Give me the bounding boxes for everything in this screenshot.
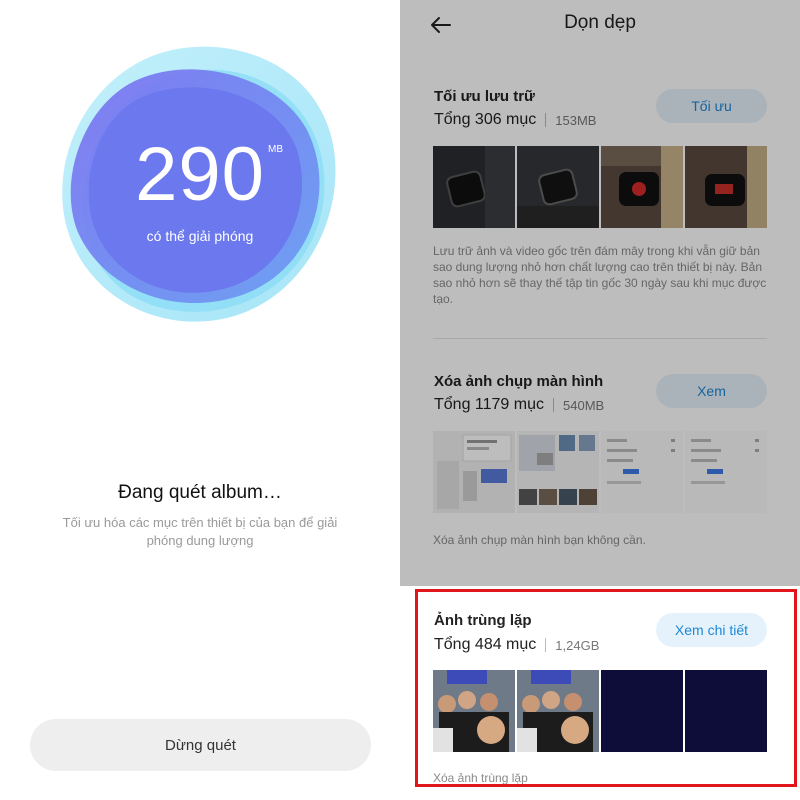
- stop-scan-button[interactable]: Dừng quét: [30, 719, 371, 771]
- section-optimize-title: Tối ưu lưu trữ: [434, 88, 535, 105]
- freeable-size-caption: có thể giải phóng: [146, 228, 254, 244]
- view-duplicates-details-button[interactable]: Xem chi tiết: [656, 613, 767, 647]
- item-count: Tổng 484 mục: [434, 636, 537, 653]
- cleanup-screen: Dọn dẹp Tối ưu lưu trữ Tổng 306 mục 153M…: [400, 0, 800, 800]
- item-count: Tổng 1179 mục: [434, 396, 544, 413]
- section-duplicates-title: Ảnh trùng lặp: [434, 612, 532, 629]
- item-size: 153MB: [555, 112, 597, 128]
- group-photo-icon[interactable]: [433, 670, 515, 752]
- scan-status-title: Đang quét album…: [118, 482, 282, 503]
- smartwatch-wrist-photo-icon[interactable]: [685, 146, 767, 228]
- separator: [545, 113, 547, 127]
- screenshot-settings-icon[interactable]: [601, 431, 683, 513]
- section-screenshots-title: Xóa ảnh chụp màn hình: [434, 373, 604, 390]
- section-optimize-count: Tổng 306 mục 153MB: [434, 111, 596, 129]
- view-screenshots-button[interactable]: Xem: [656, 374, 767, 408]
- section-optimize-description: Lưu trữ ảnh và video gốc trên đám mây tr…: [433, 244, 767, 306]
- separator: [545, 638, 547, 652]
- freeable-size-value: 290: [135, 132, 265, 217]
- freeable-size-unit: MB: [268, 144, 283, 155]
- page-title: Dọn dẹp: [564, 12, 636, 33]
- screenshot-settings-icon[interactable]: [685, 431, 767, 513]
- scan-status-description: Tối ưu hóa các mục trên thiết bị của bạn…: [62, 515, 338, 548]
- smartwatch-photo-icon[interactable]: [517, 146, 599, 228]
- smartwatch-wrist-photo-icon[interactable]: [601, 146, 683, 228]
- screenshot-gallery-icon[interactable]: [517, 431, 599, 513]
- optimize-button[interactable]: Tối ưu: [656, 89, 767, 123]
- group-photo-icon[interactable]: [517, 670, 599, 752]
- smartwatch-photo-icon[interactable]: [433, 146, 515, 228]
- section-duplicates-count: Tổng 484 mục 1,24GB: [434, 636, 599, 654]
- section-screenshots-description: Xóa ảnh chụp màn hình bạn không cần.: [433, 533, 646, 547]
- dark-photo-icon[interactable]: [601, 670, 683, 752]
- item-size: 540MB: [563, 397, 605, 413]
- screenshot-thumbnails: [433, 431, 767, 513]
- item-count: Tổng 306 mục: [434, 111, 537, 128]
- duplicate-thumbnails: [433, 670, 767, 752]
- section-screenshots-count: Tổng 1179 mục 540MB: [434, 396, 604, 414]
- screenshot-dialog-icon[interactable]: [433, 431, 515, 513]
- optimize-thumbnails: [433, 146, 767, 228]
- scan-screen: 290 MB có thể giải phóng Đang quét album…: [0, 0, 400, 800]
- item-size: 1,24GB: [555, 637, 600, 653]
- separator: [553, 398, 554, 412]
- section-divider: [433, 338, 767, 339]
- dark-photo-icon[interactable]: [685, 670, 767, 752]
- section-duplicates-description: Xóa ảnh trùng lặp: [433, 771, 528, 785]
